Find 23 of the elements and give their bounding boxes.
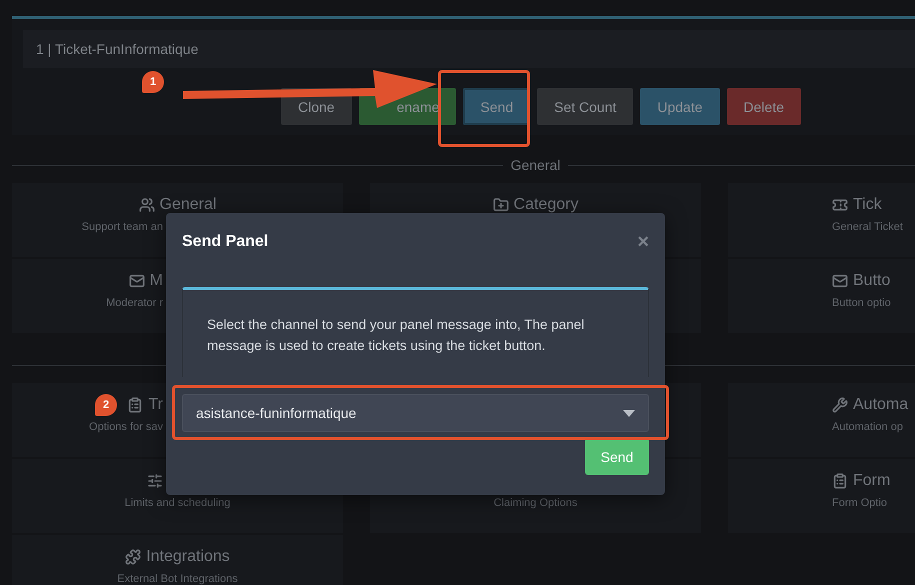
card-title: Form [853, 472, 890, 490]
section-label: General [510, 157, 560, 173]
card-title: M [150, 272, 163, 290]
card-description: Limits and scheduling [124, 497, 230, 509]
card-title: General [160, 196, 216, 214]
card-title: Tick [853, 196, 882, 214]
card-title: Category [514, 196, 578, 214]
card-description: Claiming Options [494, 497, 578, 509]
card-title: Tr [148, 396, 163, 414]
info-text: Select the channel to send your panel message into, The panel message is used to create tickets using the ticket button. [207, 316, 586, 355]
card-description: Form Optio [832, 497, 888, 509]
card-description: Button optio [832, 297, 891, 309]
card-description: External Bot Integrations [117, 573, 238, 585]
card-description: Automation op [832, 421, 903, 433]
card-description: Moderator r [106, 297, 163, 309]
card-description: Support team an [82, 221, 163, 233]
card-description: Options for sav [89, 421, 163, 433]
dialog-title: Send Panel [182, 233, 268, 251]
card-title: Butto [853, 272, 890, 290]
panel-title: 1 | Ticket-FunInformatique [23, 30, 915, 68]
card-description: General Ticket [832, 221, 903, 233]
card-title: Integrations [146, 548, 230, 566]
card-title: Automa [853, 396, 908, 414]
